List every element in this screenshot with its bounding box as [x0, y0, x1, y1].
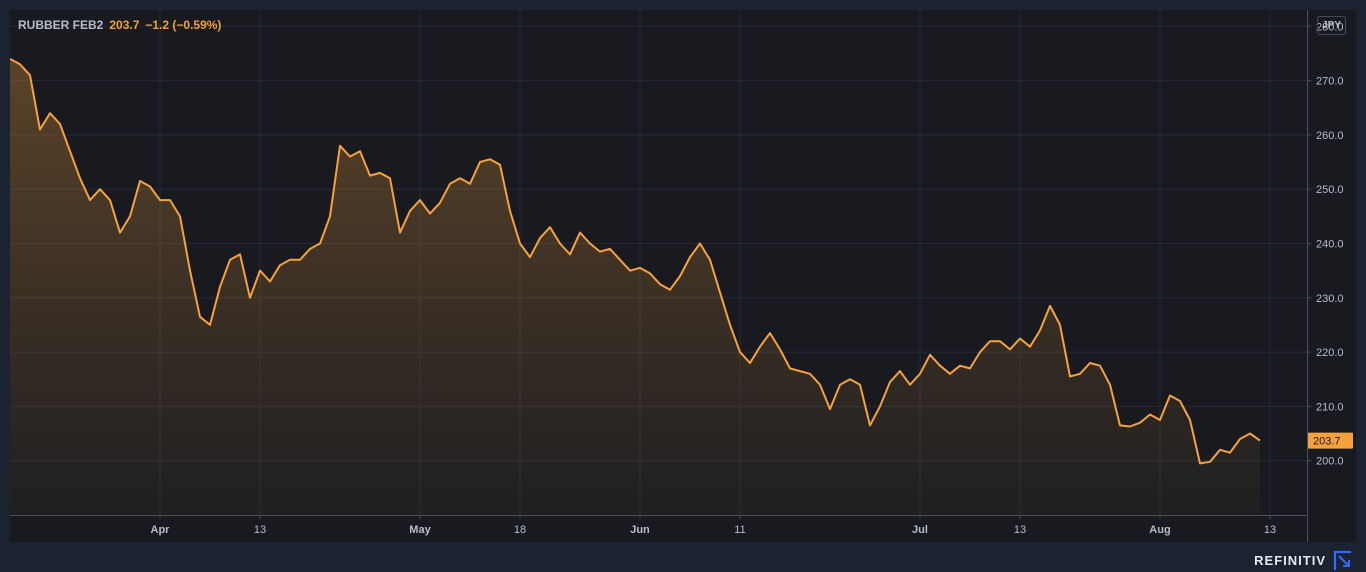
chart-panel[interactable]: 200.0 210.0 220.0 230.0 240.0 250.0 260.0 270.0… [10, 10, 1356, 542]
x-tick-label: 13 [1264, 524, 1276, 536]
x-tick-label: 13 [1014, 524, 1026, 536]
y-tick-label: 200.0 [1316, 456, 1344, 468]
y-tick-label: 250.0 [1316, 184, 1344, 196]
x-tick-label: Jul [912, 524, 928, 536]
series-area [10, 58, 1260, 516]
legend-last-value: 203.7 [109, 18, 140, 32]
legend-symbol: RUBBER FEB2 [18, 18, 104, 32]
x-tick-label: 18 [514, 524, 526, 536]
brand-wordmark: REFINITIV [1254, 553, 1326, 568]
legend: RUBBER FEB2 203.7 −1.2 (−0.59%) [18, 18, 221, 32]
y-tick-label: 260.0 [1316, 130, 1344, 142]
x-tick-label: Apr [151, 524, 171, 536]
x-tick-label: Jun [630, 524, 650, 536]
y-tick-label: 270.0 [1316, 76, 1344, 88]
y-tick-label: 230.0 [1316, 293, 1344, 305]
x-tick-label: 13 [254, 524, 266, 536]
y-tick-label: 240.0 [1316, 238, 1344, 250]
x-tick-label: 11 [734, 524, 745, 536]
y-tick-label: 220.0 [1316, 347, 1344, 359]
x-tick-label: Aug [1149, 524, 1170, 536]
x-tick-label: May [409, 524, 431, 536]
legend-change: −1.2 (−0.59%) [145, 18, 222, 32]
price-chart[interactable]: 200.0 210.0 220.0 230.0 240.0 250.0 260.0 270.0… [10, 10, 1356, 542]
y-tick-label: 210.0 [1316, 401, 1344, 413]
refinitiv-logo-icon [1333, 550, 1351, 570]
currency-button[interactable]: JPY [1317, 16, 1346, 35]
last-price-label: 203.7 [1313, 436, 1341, 448]
